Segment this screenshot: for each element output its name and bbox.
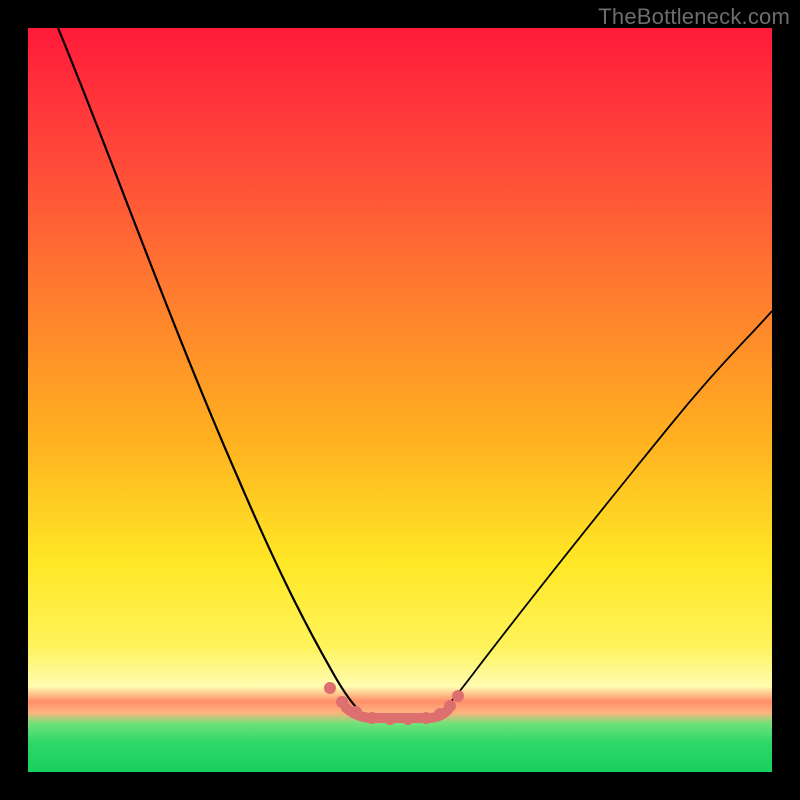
left-branch-curve bbox=[58, 28, 361, 712]
marker-dot bbox=[420, 712, 432, 724]
right-branch-curve bbox=[441, 311, 772, 712]
marker-dot bbox=[324, 682, 336, 694]
marker-dot bbox=[444, 700, 456, 712]
marker-dot bbox=[336, 696, 348, 708]
chart-stage: TheBottleneck.com bbox=[0, 0, 800, 800]
marker-dot bbox=[350, 706, 362, 718]
curve-overlay bbox=[28, 28, 772, 772]
watermark-text: TheBottleneck.com bbox=[598, 4, 790, 30]
marker-dot bbox=[434, 708, 446, 720]
marker-dot bbox=[402, 713, 414, 725]
plot-area bbox=[28, 28, 772, 772]
marker-dot bbox=[452, 690, 464, 702]
marker-dot bbox=[384, 713, 396, 725]
marker-dot bbox=[366, 712, 378, 724]
bottom-markers-group bbox=[324, 682, 464, 725]
